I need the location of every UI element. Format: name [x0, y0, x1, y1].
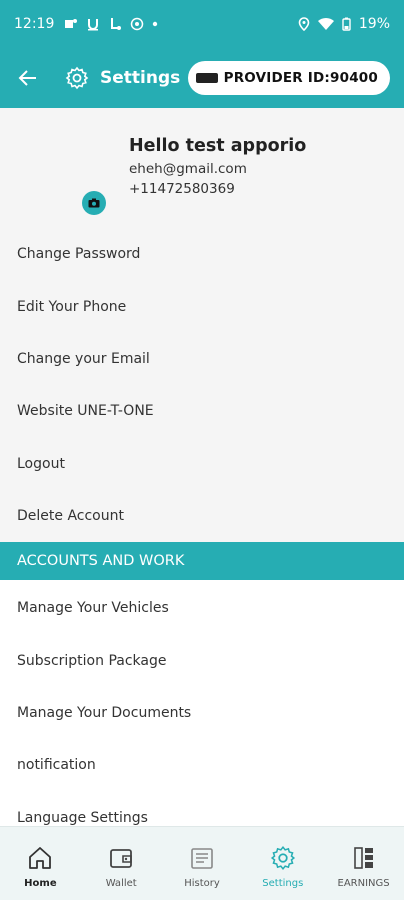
camera-icon — [88, 198, 100, 208]
settings-title-icon — [64, 65, 90, 91]
section-header: ACCOUNTS AND WORK — [0, 542, 404, 580]
teams-icon — [65, 19, 78, 28]
menu-item-edit-phone[interactable]: Edit Your Phone — [0, 280, 404, 332]
nav-history-label: History — [184, 878, 220, 889]
nav-wallet[interactable]: Wallet — [81, 827, 162, 900]
menu-item-notification[interactable]: notification — [0, 739, 404, 791]
profile-email: eheh@gmail.com — [129, 161, 247, 177]
arrow-left-icon — [18, 70, 36, 86]
nav-home[interactable]: Home — [0, 827, 81, 900]
history-icon — [191, 848, 213, 869]
wallet-icon — [110, 849, 133, 868]
gear-icon — [65, 66, 89, 90]
menu-item-manage-documents[interactable]: Manage Your Documents — [0, 687, 404, 739]
wifi-icon — [317, 17, 334, 30]
nav-history[interactable]: History — [162, 827, 243, 900]
nav-settings[interactable]: Settings — [242, 827, 323, 900]
battery-icon — [342, 17, 351, 31]
back-button[interactable] — [14, 64, 42, 92]
location-icon — [298, 17, 310, 31]
l-app-icon — [111, 18, 122, 30]
nav-wallet-label: Wallet — [105, 878, 137, 889]
bottom-nav: Home Wallet History Settings EARNINGS — [0, 826, 404, 900]
app-bar: Settings PROVIDER ID:90400 — [0, 48, 404, 108]
status-time: 12:19 — [14, 16, 55, 32]
notification-icons — [64, 17, 158, 31]
target-icon — [131, 17, 144, 31]
nav-settings-label: Settings — [262, 878, 304, 889]
menu-item-logout[interactable]: Logout — [0, 438, 404, 490]
nav-home-label: Home — [24, 878, 57, 889]
menu-item-delete-account[interactable]: Delete Account — [0, 490, 404, 542]
earnings-icon — [353, 847, 373, 869]
dot-icon — [153, 21, 158, 27]
page-title: Settings — [100, 68, 181, 88]
change-photo-button[interactable] — [82, 191, 106, 215]
gear-icon — [270, 845, 295, 871]
menu-item-change-password[interactable]: Change Password — [0, 228, 404, 280]
profile-name: Hello test apporio — [129, 136, 307, 156]
menu-item-subscription[interactable]: Subscription Package — [0, 634, 404, 686]
home-icon — [29, 847, 52, 869]
profile-card: Hello test apporio eheh@gmail.com +11472… — [0, 108, 404, 228]
work-menu: Manage Your Vehicles Subscription Packag… — [0, 582, 404, 844]
u-app-icon — [88, 19, 99, 31]
menu-item-change-email[interactable]: Change your Email — [0, 333, 404, 385]
status-bar: 12:19 19% — [0, 0, 404, 48]
nav-earnings-label: EARNINGS — [337, 878, 390, 889]
provider-id-text: PROVIDER ID:90400 — [223, 70, 378, 86]
profile-phone: +11472580369 — [129, 181, 235, 197]
nav-earnings[interactable]: EARNINGS — [323, 827, 404, 900]
provider-id-badge: PROVIDER ID:90400 — [187, 61, 390, 95]
menu-item-website[interactable]: Website UNE-T-ONE — [0, 385, 404, 437]
battery-level: 19% — [358, 16, 390, 32]
account-menu: Change Password Edit Your Phone Change y… — [0, 228, 404, 542]
menu-item-manage-vehicles[interactable]: Manage Your Vehicles — [0, 582, 404, 634]
status-right: 19% — [298, 16, 390, 32]
id-card-icon — [195, 73, 218, 83]
